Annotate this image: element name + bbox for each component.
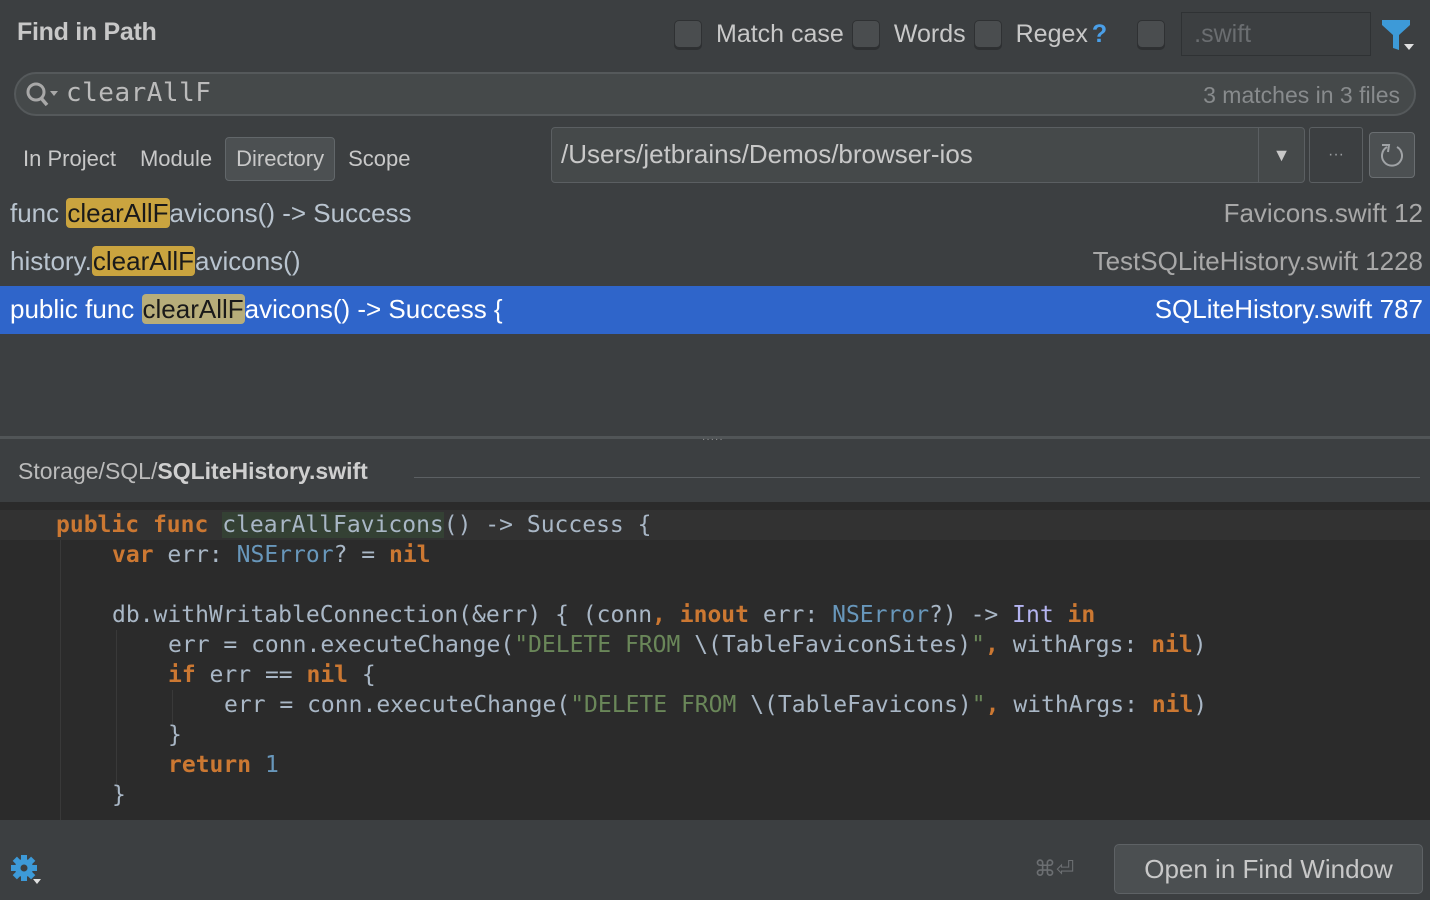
code-line: db.withWritableConnection(&err) { (conn,… [112, 602, 1096, 628]
directory-combobox[interactable]: /Users/jetbrains/Demos/browser-ios ▼ [551, 127, 1305, 183]
result-text: avicons() -> Success { [244, 294, 503, 324]
shortcut-hint: ⌘⏎ [1034, 856, 1075, 881]
result-file: TestSQLiteHistory.swift 1228 [1092, 246, 1423, 276]
regex-help-link[interactable]: ? [1092, 20, 1107, 49]
result-text: func [10, 198, 67, 228]
match-case-checkbox[interactable] [674, 20, 702, 48]
search-options: Match case Words Regex ? .swift [674, 12, 1372, 56]
code-line: err = conn.executeChange("DELETE FROM \(… [168, 632, 1207, 658]
search-input[interactable]: clearAllF [66, 78, 211, 108]
result-text: avicons() [195, 246, 301, 276]
scope-in-project[interactable]: In Project [12, 137, 127, 181]
result-row[interactable]: func clearAllFavicons() -> Success Favic… [0, 190, 1430, 238]
code-preview[interactable]: public func clearAllFavicons() -> Succes… [0, 502, 1430, 820]
directory-dropdown-button[interactable]: ▼ [1258, 128, 1304, 182]
dialog-title: Find in Path [17, 18, 157, 46]
code-line: err = conn.executeChange("DELETE FROM \(… [224, 692, 1208, 718]
browse-button[interactable]: ··· [1309, 127, 1363, 183]
search-history-icon[interactable] [24, 80, 64, 110]
result-row-selected[interactable]: public func clearAllFavicons() -> Succes… [0, 286, 1430, 334]
match-highlight: clearAllF [141, 294, 245, 324]
match-count: 3 matches in 3 files [1203, 82, 1400, 108]
preview-path-file: SQLiteHistory.swift [157, 458, 368, 484]
scope-tabs: In Project Module Directory Scope [12, 136, 424, 182]
match-highlight: clearAllF [91, 246, 196, 276]
file-mask-input[interactable]: .swift [1181, 12, 1372, 56]
result-file: Favicons.swift 12 [1223, 198, 1423, 228]
code-line: return 1 [168, 752, 279, 778]
match-case-label[interactable]: Match case [716, 20, 844, 49]
code-line: public func clearAllFavicons() -> Succes… [56, 512, 652, 538]
code-line: var err: NSError? = nil [112, 542, 431, 568]
result-text: public func [10, 294, 142, 324]
recursive-toggle-button[interactable] [1369, 132, 1415, 178]
result-row[interactable]: history.clearAllFavicons() TestSQLiteHis… [0, 238, 1430, 286]
results-list: func clearAllFavicons() -> Success Favic… [0, 190, 1430, 334]
scope-directory[interactable]: Directory [225, 137, 336, 181]
filter-icon[interactable] [1380, 18, 1416, 52]
match-highlight: clearAllF [66, 198, 170, 228]
search-field[interactable]: clearAllF 3 matches in 3 files [14, 72, 1416, 116]
indent-guide [116, 630, 117, 790]
preview-path-dir: Storage/SQL/ [18, 458, 158, 484]
result-text: avicons() -> Success [169, 198, 412, 228]
divider [414, 477, 1420, 478]
code-line: if err == nil { [168, 662, 376, 688]
result-file: SQLiteHistory.swift 787 [1154, 294, 1423, 324]
splitter-grip-icon[interactable]: ····· [702, 434, 724, 445]
file-mask-checkbox[interactable] [1137, 20, 1166, 48]
regex-label[interactable]: Regex [1016, 20, 1088, 49]
open-in-find-window-button[interactable]: Open in Find Window [1114, 844, 1423, 894]
footer: ⌘⏎ Open in Find Window [0, 820, 1430, 900]
result-text: history. [10, 246, 92, 276]
settings-gear-icon[interactable] [10, 854, 42, 886]
words-label[interactable]: Words [894, 20, 966, 49]
chevron-down-icon: ▼ [1272, 144, 1291, 165]
regex-checkbox[interactable] [973, 20, 1002, 48]
indent-guide [60, 540, 61, 820]
scope-module[interactable]: Module [129, 137, 223, 181]
words-checkbox[interactable] [851, 20, 880, 48]
scope-scope[interactable]: Scope [337, 137, 421, 181]
directory-input[interactable]: /Users/jetbrains/Demos/browser-ios [561, 139, 973, 170]
preview-path: Storage/SQL/SQLiteHistory.swift [18, 458, 368, 485]
refresh-icon [1381, 144, 1403, 167]
code-line: } [168, 722, 182, 748]
code-line: } [112, 782, 126, 808]
